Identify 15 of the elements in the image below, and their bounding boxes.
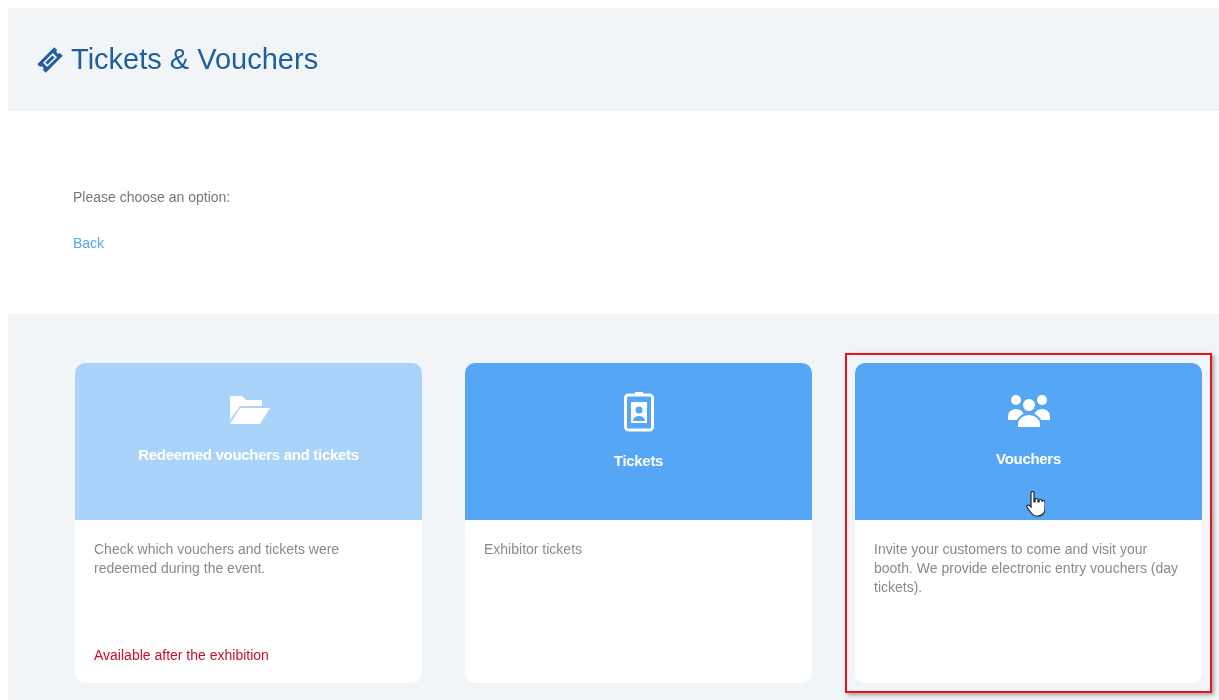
page-title: Tickets & Vouchers: [71, 43, 319, 76]
card-description: Invite your customers to come and visit your booth. We provide electronic entry vouchers (day tickets).: [874, 540, 1179, 597]
instruction-text: Please choose an option:: [73, 189, 232, 205]
card-title: Vouchers: [996, 450, 1061, 467]
id-badge-icon: [623, 392, 654, 432]
pointer-cursor-icon: [1025, 491, 1045, 517]
card-description: Check which vouchers and tickets were redeemed during the event.: [94, 540, 341, 578]
option-card[interactable]: Tickets Exhibitor tickets: [465, 363, 812, 683]
back-link[interactable]: Back: [73, 235, 105, 251]
card-title: Redeemed vouchers and tickets: [138, 446, 359, 463]
option-card[interactable]: Vouchers Invite your customers to come and visit your booth. We provide electronic entry vouchers (day tickets).: [855, 363, 1202, 683]
users-icon: [1006, 392, 1051, 430]
availability-note: Available after the exhibition: [94, 647, 270, 663]
card-title: Tickets: [613, 452, 664, 469]
card-description: Exhibitor tickets: [484, 540, 584, 559]
